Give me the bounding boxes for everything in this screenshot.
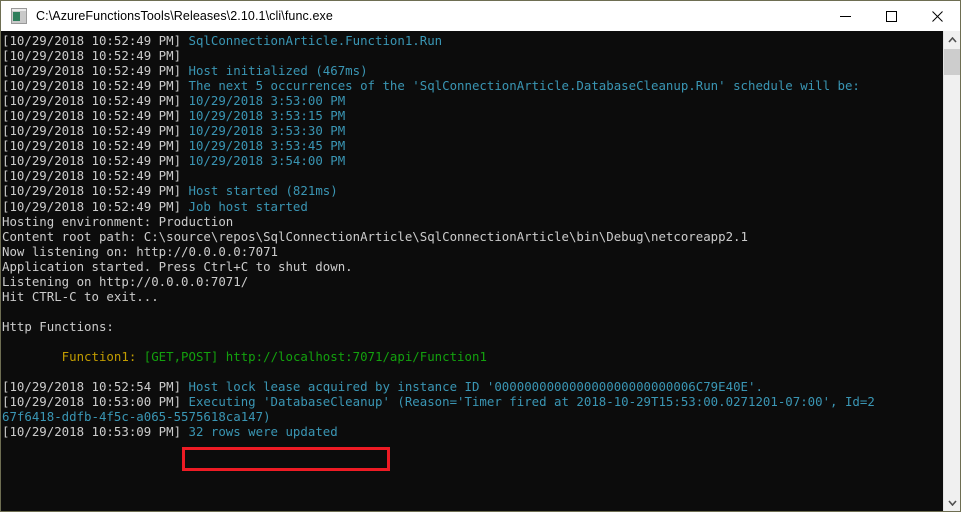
- minimize-icon: [839, 15, 851, 17]
- console-line-segment: [10/29/2018 10:52:49 PM]: [2, 153, 189, 169]
- console-line-segment: 10/29/2018 3:54:00 PM: [188, 153, 346, 169]
- console-text: [10/29/2018 10:52:49 PM] SqlConnectionAr…: [2, 33, 944, 439]
- console-line: [10/29/2018 10:52:49 PM] The next 5 occu…: [2, 78, 944, 93]
- title-bar[interactable]: C:\AzureFunctionsTools\Releases\2.10.1\c…: [1, 1, 960, 31]
- vertical-scrollbar[interactable]: [943, 31, 960, 511]
- console-line: 67f6418-ddfb-4f5c-a065-5575618ca147): [2, 409, 944, 424]
- console-line-segment: The next 5 occurrences of the 'SqlConnec…: [188, 78, 860, 94]
- console-line: Hosting environment: Production: [2, 214, 944, 229]
- console-line-segment: 67f6418-ddfb-4f5c-a065-5575618ca147): [2, 409, 271, 425]
- console-line: [10/29/2018 10:52:49 PM]: [2, 168, 944, 183]
- console-line-segment: Hosting environment: Production: [2, 213, 234, 229]
- console-line-segment: [10/29/2018 10:52:49 PM]: [2, 198, 189, 214]
- console-line: Now listening on: http://0.0.0.0:7071: [2, 244, 944, 259]
- scrollbar-thumb[interactable]: [944, 49, 960, 75]
- maximize-button[interactable]: [868, 1, 914, 31]
- console-line-segment: [10/29/2018 10:53:09 PM]: [2, 424, 189, 440]
- minimize-button[interactable]: [822, 1, 868, 31]
- console-line: Content root path: C:\source\repos\SqlCo…: [2, 229, 944, 244]
- scrollbar-track[interactable]: [944, 48, 960, 494]
- console-line-segment: Hit CTRL-C to exit...: [2, 288, 159, 304]
- console-line: [10/29/2018 10:52:49 PM] Host started (8…: [2, 183, 944, 198]
- console-line: Application started. Press Ctrl+C to shu…: [2, 259, 944, 274]
- console-line: [10/29/2018 10:52:49 PM]: [2, 48, 944, 63]
- console-line: [10/29/2018 10:52:49 PM] Host initialize…: [2, 63, 944, 78]
- console-line: [10/29/2018 10:53:09 PM] 32 rows were up…: [2, 424, 944, 439]
- console-line-segment: [10/29/2018 10:53:00 PM]: [2, 394, 189, 410]
- console-line-segment: 10/29/2018 3:53:15 PM: [188, 108, 346, 124]
- console-line-segment: Now listening on: http://0.0.0.0:7071: [2, 243, 279, 259]
- console-line-segment: [10/29/2018 10:52:54 PM]: [2, 379, 189, 395]
- console-line-segment: Executing 'DatabaseCleanup' (Reason='Tim…: [188, 394, 875, 410]
- console-line-segment: [10/29/2018 10:52:49 PM]: [2, 183, 189, 199]
- scroll-up-button[interactable]: [944, 31, 960, 48]
- window-title: C:\AzureFunctionsTools\Releases\2.10.1\c…: [36, 9, 333, 23]
- console-line-segment: [10/29/2018 10:52:49 PM]: [2, 168, 189, 184]
- console-line-segment: 10/29/2018 3:53:30 PM: [188, 123, 346, 139]
- console-line-segment: SqlConnectionArticle.Function1.Run: [188, 33, 443, 48]
- console-line-segment: Http Functions:: [2, 318, 114, 334]
- console-line-segment: [10/29/2018 10:52:49 PM]: [2, 108, 189, 124]
- console-line-segment: [GET,POST] http://localhost:7071/api/Fun…: [143, 348, 487, 364]
- close-icon: [931, 10, 943, 22]
- console-line-segment: [10/29/2018 10:52:49 PM]: [2, 123, 189, 139]
- console-app-icon: [11, 8, 27, 24]
- console-line: [10/29/2018 10:52:49 PM] 10/29/2018 3:53…: [2, 138, 944, 153]
- console-line: [10/29/2018 10:52:54 PM] Host lock lease…: [2, 379, 944, 394]
- console-line-segment: Listening on http://0.0.0.0:7071/: [2, 273, 249, 289]
- maximize-icon: [885, 10, 897, 22]
- console-line: Hit CTRL-C to exit...: [2, 289, 944, 304]
- console-line-segment: Function1:: [2, 348, 144, 364]
- console-line-segment: Host lock lease acquired by instance ID …: [188, 379, 763, 395]
- console-window: C:\AzureFunctionsTools\Releases\2.10.1\c…: [0, 0, 961, 512]
- close-button[interactable]: [914, 1, 960, 31]
- console-line-segment: [10/29/2018 10:52:49 PM]: [2, 63, 189, 79]
- window-controls: [822, 1, 960, 31]
- console-line-segment: 32 rows were updated: [188, 424, 338, 440]
- console-line-segment: Content root path: C:\source\repos\SqlCo…: [2, 228, 748, 244]
- scroll-down-button[interactable]: [944, 494, 960, 511]
- console-line-segment: [10/29/2018 10:52:49 PM]: [2, 33, 189, 48]
- console-line: [10/29/2018 10:52:49 PM] SqlConnectionAr…: [2, 33, 944, 48]
- console-line: [10/29/2018 10:52:49 PM] 10/29/2018 3:53…: [2, 123, 944, 138]
- console-line-segment: Host started (821ms): [188, 183, 338, 199]
- console-line-segment: 10/29/2018 3:53:45 PM: [188, 138, 346, 154]
- console-output-area[interactable]: [10/29/2018 10:52:49 PM] SqlConnectionAr…: [1, 31, 944, 511]
- console-line-segment: Application started. Press Ctrl+C to shu…: [2, 258, 353, 274]
- console-line: [10/29/2018 10:52:49 PM] Job host starte…: [2, 199, 944, 214]
- console-line-segment: 10/29/2018 3:53:00 PM: [188, 93, 346, 109]
- chevron-up-icon: [948, 36, 957, 43]
- console-line-segment: Host initialized (467ms): [188, 63, 368, 79]
- console-line-segment: [10/29/2018 10:52:49 PM]: [2, 48, 189, 64]
- console-line-segment: [10/29/2018 10:52:49 PM]: [2, 78, 189, 94]
- console-line: Http Functions:: [2, 319, 944, 334]
- console-line: [10/29/2018 10:52:49 PM] 10/29/2018 3:54…: [2, 153, 944, 168]
- console-line: Function1: [GET,POST] http://localhost:7…: [2, 349, 944, 364]
- console-line: [10/29/2018 10:52:49 PM] 10/29/2018 3:53…: [2, 108, 944, 123]
- console-line-segment: Job host started: [188, 198, 308, 214]
- console-line-segment: [10/29/2018 10:52:49 PM]: [2, 138, 189, 154]
- console-line: [10/29/2018 10:53:00 PM] Executing 'Data…: [2, 394, 944, 409]
- chevron-down-icon: [948, 499, 957, 506]
- console-line: Listening on http://0.0.0.0:7071/: [2, 274, 944, 289]
- console-line: [10/29/2018 10:52:49 PM] 10/29/2018 3:53…: [2, 93, 944, 108]
- console-line-segment: [10/29/2018 10:52:49 PM]: [2, 93, 189, 109]
